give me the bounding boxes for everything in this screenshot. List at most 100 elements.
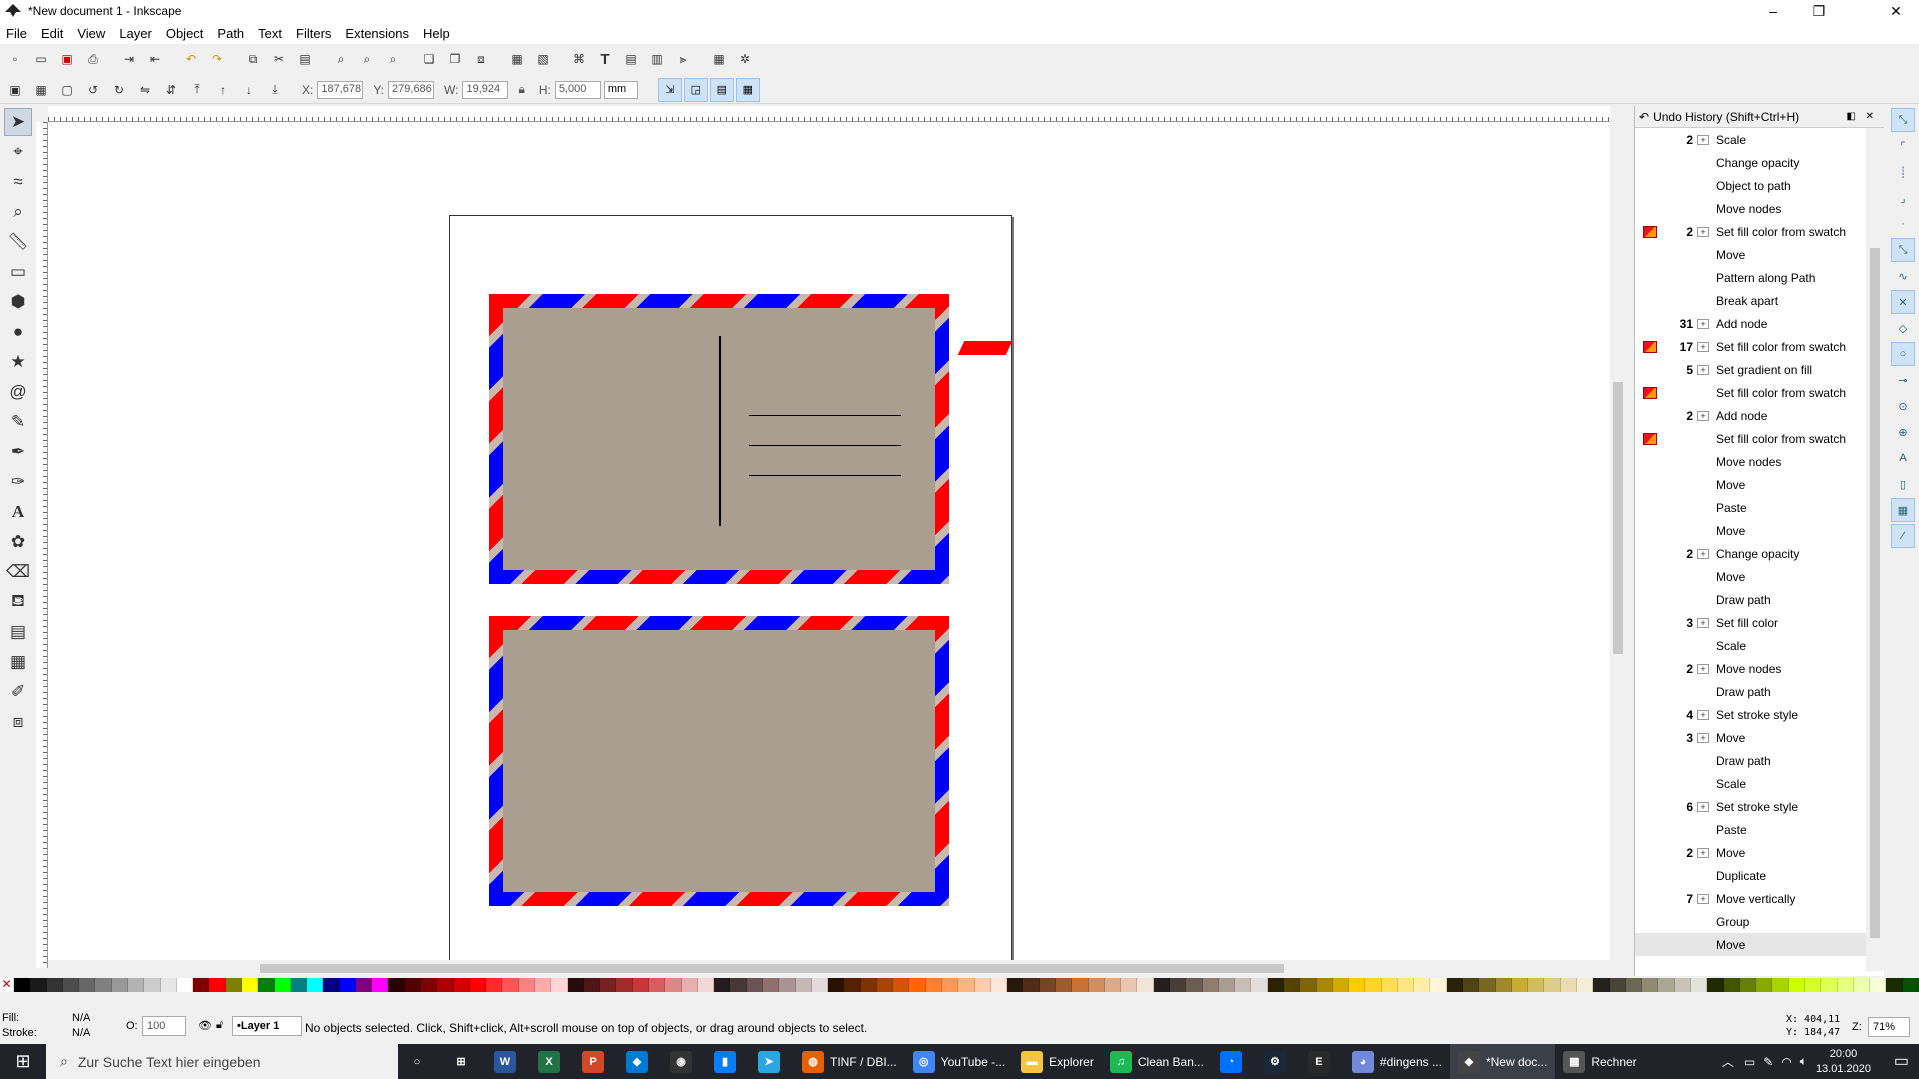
color-swatch[interactable] [1593,978,1610,992]
color-swatch[interactable] [551,978,568,992]
layer-select[interactable]: •Layer 1 [232,1016,302,1036]
fill-value[interactable]: N/A [72,1012,90,1024]
y-input[interactable]: 279,686 [388,80,435,99]
snap-toggle-icon[interactable]: ⤡ [1891,108,1915,132]
snap-bbox-corner-icon[interactable]: ⌟ [1891,186,1915,210]
history-row[interactable]: +Draw path [1635,588,1867,611]
snap-intersection-icon[interactable]: ✕ [1891,290,1915,314]
history-row[interactable]: +Move [1635,243,1867,266]
raise-icon[interactable]: ↑ [214,81,232,99]
history-row[interactable]: +Set fill color from swatch [1635,381,1867,404]
snap-bbox-midpoint-icon[interactable]: · [1891,212,1915,236]
color-swatch[interactable] [1007,978,1024,992]
color-swatch[interactable] [1381,978,1398,992]
color-swatch[interactable] [1397,978,1415,992]
history-row[interactable]: 5 + Set gradient on fill [1635,358,1867,381]
zoom-input[interactable]: 71% [1868,1017,1910,1037]
taskbar-app-task-switch[interactable]: ⊞ [442,1044,486,1079]
connector-tool-icon[interactable]: ⧈ [4,708,32,736]
color-swatch[interactable] [1137,978,1154,992]
snap-guide-icon[interactable]: ⁄ [1891,524,1915,548]
taskbar-app-spotify[interactable]: ♫ Clean Ban... [1102,1044,1212,1079]
color-swatch[interactable] [1463,978,1480,992]
color-swatch[interactable] [1690,978,1708,992]
preferences-icon[interactable]: ✲ [736,50,754,68]
taskbar-app-calculator[interactable]: ▦ Rechner [1555,1044,1644,1079]
history-row[interactable]: +Move [1635,933,1867,956]
measure-tool-icon[interactable]: 📏︎ [4,228,32,256]
history-row[interactable]: 2 + Set fill color from swatch [1635,220,1867,243]
address-line[interactable] [749,415,901,416]
color-swatch[interactable] [1853,978,1871,992]
color-swatch[interactable] [1446,978,1464,992]
export-icon[interactable]: ⇤ [146,50,164,68]
color-swatch[interactable] [355,978,373,992]
snap-page-border-icon[interactable]: ▯ [1891,472,1915,496]
postcard-front[interactable] [489,294,949,584]
expand-icon[interactable]: + [1697,847,1709,858]
redo-icon[interactable]: ↷ [208,50,226,68]
color-swatch[interactable] [714,978,731,992]
color-swatch[interactable] [209,978,226,992]
color-swatch[interactable] [421,978,438,992]
menu-path[interactable]: Path [217,26,244,41]
color-swatch[interactable] [1902,978,1919,992]
history-row[interactable]: +Scale [1635,772,1867,795]
color-swatch[interactable] [372,978,389,992]
color-swatch[interactable] [1316,978,1333,992]
color-swatch[interactable] [502,978,519,992]
address-line[interactable] [749,475,901,476]
menu-object[interactable]: Object [166,26,204,41]
history-row[interactable]: 2 + Move [1635,841,1867,864]
align-icon[interactable]: ⫸ [674,50,692,68]
history-row[interactable]: +Break apart [1635,289,1867,312]
color-swatch[interactable] [95,978,112,992]
print-icon[interactable]: ⎙ [84,50,102,68]
spray-tool-icon[interactable]: ✿ [4,528,32,556]
expand-icon[interactable]: + [1697,341,1709,352]
color-swatch[interactable] [1739,978,1757,992]
color-swatch[interactable] [762,978,780,992]
xml-editor-icon[interactable]: ⌘ [570,50,588,68]
objects-icon[interactable]: ▥ [648,50,666,68]
color-swatch[interactable] [1202,978,1219,992]
color-swatch[interactable] [323,978,340,992]
color-swatch[interactable] [1821,978,1838,992]
duplicate-icon[interactable]: ❏ [420,50,438,68]
color-swatch[interactable] [518,978,535,992]
ungroup-icon[interactable]: ▧ [534,50,552,68]
taskbar-app-word[interactable]: W [486,1044,530,1079]
color-swatch[interactable] [1332,978,1350,992]
taskbar-app-task-view[interactable]: ○ [398,1044,442,1079]
text-tool-icon[interactable]: A [4,498,32,526]
taskbar-app-steam[interactable]: ⚙ [1256,1044,1300,1079]
color-swatch[interactable] [290,978,308,992]
expand-icon[interactable]: + [1697,410,1709,421]
menu-extensions[interactable]: Extensions [345,26,409,41]
history-row[interactable]: +Move [1635,565,1867,588]
menu-edit[interactable]: Edit [41,26,63,41]
taskbar-search[interactable]: ⌕ Zur Suche Text hier eingeben [46,1044,398,1079]
color-swatch[interactable] [1186,978,1203,992]
color-swatch[interactable] [876,978,894,992]
paint-bucket-tool-icon[interactable]: ⛾ [4,588,32,616]
color-swatch[interactable] [1658,978,1675,992]
taskbar-app-excel[interactable]: X [530,1044,574,1079]
color-swatch[interactable] [1707,978,1724,992]
cut-icon[interactable]: ✂ [270,50,288,68]
color-swatch[interactable] [339,978,356,992]
color-swatch[interactable] [1430,978,1447,992]
color-swatch[interactable] [1804,978,1822,992]
color-swatch[interactable] [1283,978,1301,992]
scrollbar-thumb[interactable] [260,964,1284,973]
notification-icon[interactable]: ▭ [1894,1051,1909,1071]
color-swatch[interactable] [1072,978,1089,992]
color-swatch[interactable] [307,978,324,992]
snap-bbox-icon[interactable]: ⌜ [1891,134,1915,158]
node-tool-icon[interactable]: ⌖ [4,138,32,166]
deselect-icon[interactable]: ▢ [58,81,76,99]
color-swatch[interactable] [632,978,649,992]
3d-box-tool-icon[interactable]: ⬢ [4,288,32,316]
color-swatch[interactable] [1870,978,1887,992]
address-line[interactable] [749,445,901,446]
